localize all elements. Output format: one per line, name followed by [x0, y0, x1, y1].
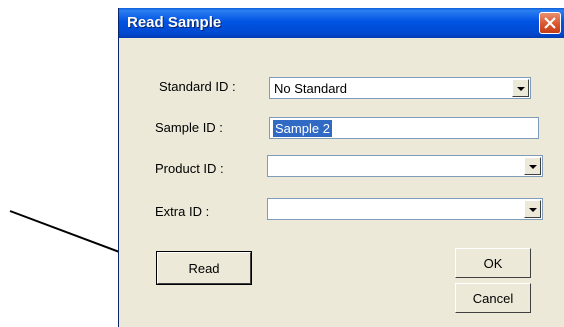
extra-id-select[interactable] [267, 198, 543, 220]
read-sample-dialog: Read Sample Standard ID : No Standard Sa… [118, 8, 564, 327]
cancel-button-label: Cancel [472, 291, 514, 306]
product-id-label: Product ID : [155, 161, 224, 176]
extra-id-label: Extra ID : [155, 204, 210, 219]
read-button[interactable]: Read [156, 251, 252, 285]
sample-id-field[interactable]: Sample 2 [269, 117, 539, 139]
standard-id-value: No Standard [274, 81, 347, 96]
chevron-down-icon[interactable] [524, 200, 541, 218]
sample-id-value: Sample 2 [273, 120, 332, 137]
close-icon [544, 17, 556, 29]
product-id-select[interactable] [267, 155, 543, 177]
ok-button-label: OK [483, 256, 503, 271]
cancel-button[interactable]: Cancel [455, 283, 531, 313]
chevron-down-icon[interactable] [524, 157, 541, 175]
standard-id-label: Standard ID : [159, 79, 236, 94]
dialog-title: Read Sample [127, 14, 222, 31]
standard-id-select[interactable]: No Standard [269, 77, 531, 99]
ok-button[interactable]: OK [455, 248, 531, 278]
close-button[interactable] [539, 12, 561, 34]
sample-id-label: Sample ID : [155, 120, 223, 135]
chevron-down-icon[interactable] [512, 79, 529, 97]
read-button-label: Read [188, 261, 220, 276]
title-bar: Read Sample [119, 8, 564, 38]
